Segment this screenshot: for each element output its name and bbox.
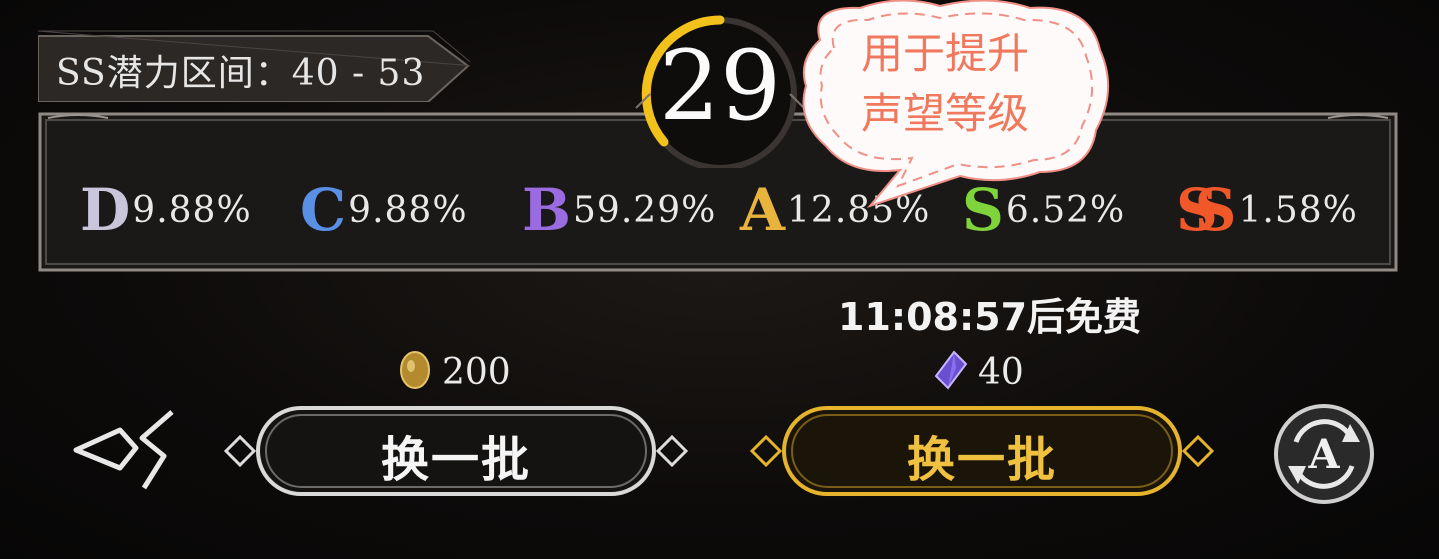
back-arrow-icon[interactable] (72, 408, 182, 492)
cost-right: 40 (934, 350, 1024, 394)
grade-ss: SS 1.58% (1176, 170, 1358, 250)
free-refresh-timer: 11:08:57后免费 (838, 295, 1142, 339)
cost-left: 200 (398, 350, 511, 394)
grade-letter: SS (1176, 176, 1236, 244)
refresh-button-label: 换一批 (906, 432, 1057, 488)
grade-percent: 1.58% (1238, 189, 1358, 231)
tooltip-text: 用于提升 声望等级 (830, 24, 1060, 144)
grade-c: C 9.88% (300, 170, 468, 250)
refresh-button-label: 换一批 (380, 432, 531, 488)
cost-left-amount: 200 (442, 351, 511, 393)
potential-range-tag: SS潜力区间：40 - 53 (38, 30, 470, 102)
auto-refresh-icon[interactable]: A (1272, 402, 1376, 506)
level-number: 29 (658, 30, 782, 142)
grade-percent: 59.29% (573, 189, 717, 231)
tooltip-line-1: 用于提升 (860, 29, 1029, 78)
purple-crystal-icon (934, 350, 968, 394)
level-indicator: 29 (630, 8, 810, 168)
grade-letter: B (522, 176, 572, 244)
refresh-button-crystal-cost[interactable]: 换一批 (748, 404, 1216, 498)
grade-letter: D (80, 176, 131, 244)
cost-right-amount: 40 (978, 351, 1024, 393)
potential-range-label: SS潜力区间：40 - 53 (56, 53, 426, 94)
tooltip-line-2: 声望等级 (860, 89, 1029, 138)
grade-b: B 59.29% (522, 170, 716, 250)
grade-percent: 9.88% (132, 189, 252, 231)
svg-text:A: A (1307, 431, 1340, 478)
refresh-button-gold-cost[interactable]: 换一批 (222, 404, 690, 498)
grade-letter: C (300, 176, 347, 244)
grade-letter: A (740, 176, 786, 244)
gold-coin-icon (398, 350, 432, 394)
tooltip-bubble: 用于提升 声望等级 (790, 0, 1120, 215)
grade-percent: 9.88% (348, 189, 468, 231)
grade-d: D 9.88% (80, 170, 252, 250)
